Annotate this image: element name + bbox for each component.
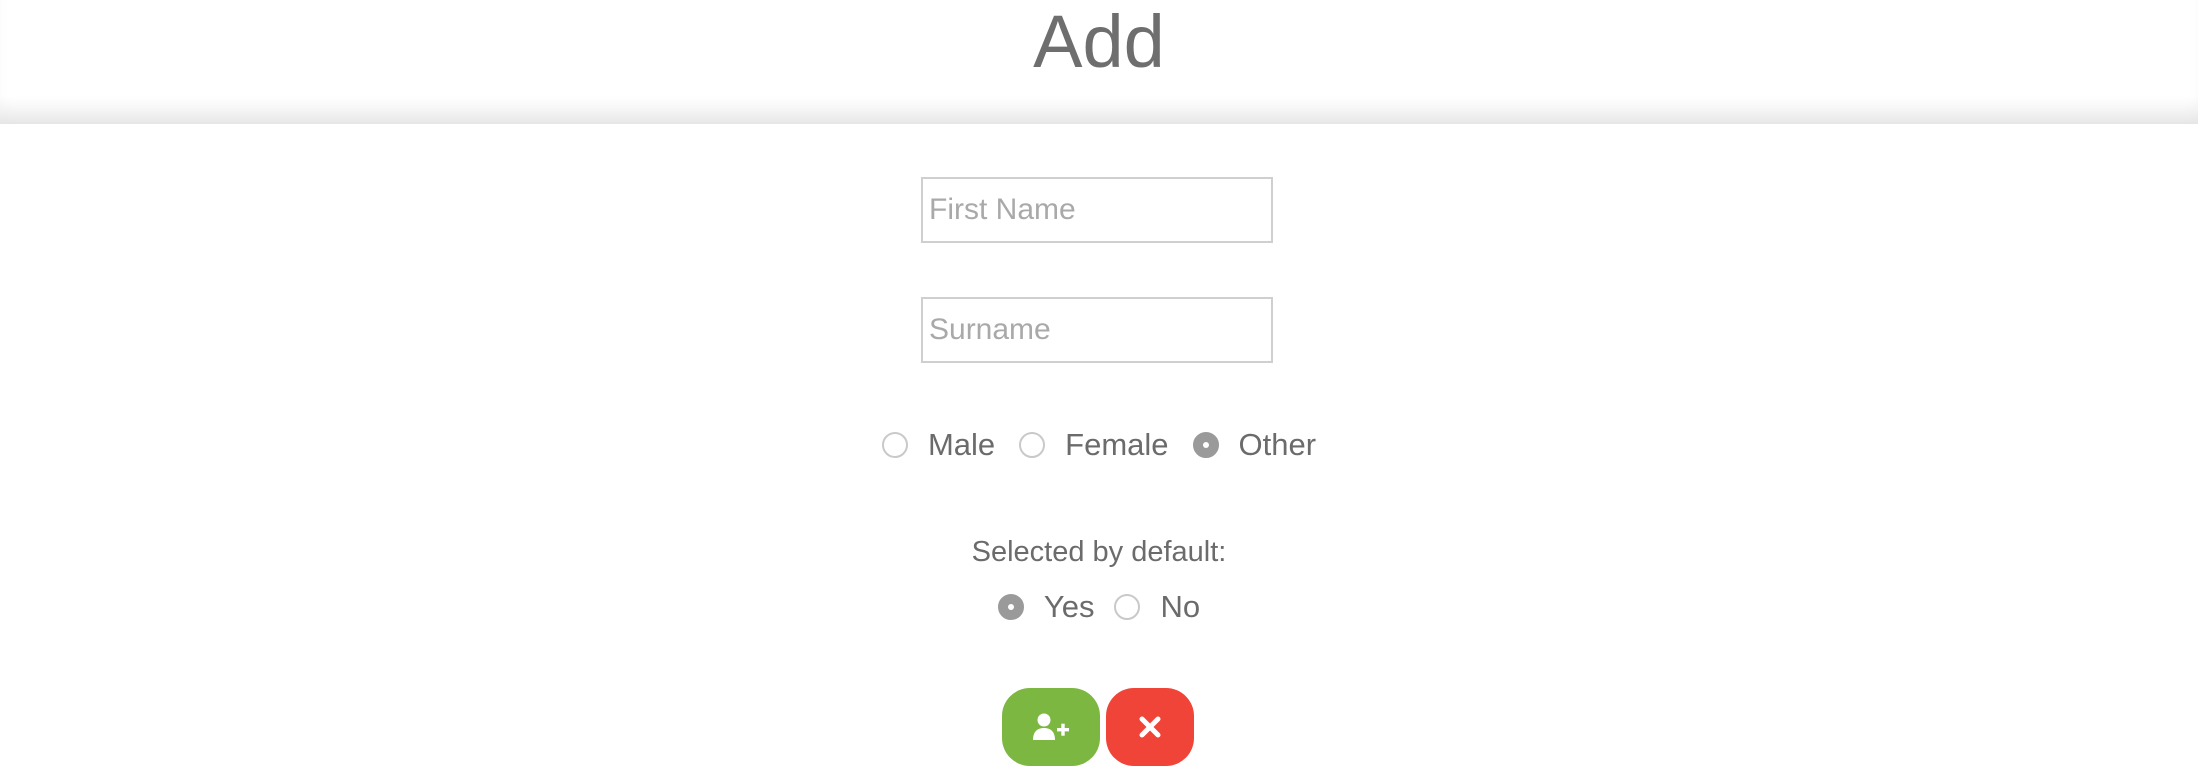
- gender-option-other[interactable]: Other: [1192, 427, 1317, 463]
- gender-option-female[interactable]: Female: [1019, 427, 1169, 463]
- selected-by-default-label: Selected by default:: [971, 536, 1227, 568]
- default-option-yes[interactable]: Yes: [997, 589, 1095, 625]
- radio-button-yes[interactable]: [997, 594, 1024, 620]
- default-label-no: No: [1160, 589, 1201, 624]
- add-user-icon: [1033, 713, 1069, 740]
- default-option-no[interactable]: No: [1114, 589, 1200, 625]
- gender-radio-group: Male Female Other: [0, 427, 2198, 463]
- radio-button-no[interactable]: [1114, 594, 1141, 620]
- page-header: Add: [0, 0, 2198, 124]
- page-title: Add: [1033, 0, 1165, 83]
- gender-label-other: Other: [1238, 427, 1317, 462]
- radio-button-other[interactable]: [1192, 432, 1219, 458]
- radio-button-female[interactable]: [1019, 432, 1046, 458]
- surname-input[interactable]: [921, 297, 1273, 363]
- header-shadow: [0, 96, 2198, 122]
- cancel-button[interactable]: [1106, 688, 1194, 766]
- default-label-yes: Yes: [1043, 589, 1095, 624]
- gender-option-male[interactable]: Male: [881, 427, 996, 463]
- gender-label-male: Male: [927, 427, 996, 462]
- close-icon: [1139, 716, 1161, 738]
- default-radio-group: Yes No: [0, 589, 2198, 625]
- add-user-button[interactable]: [1002, 688, 1100, 766]
- radio-button-male[interactable]: [881, 432, 908, 458]
- gender-label-female: Female: [1065, 427, 1169, 462]
- first-name-input[interactable]: [921, 177, 1273, 243]
